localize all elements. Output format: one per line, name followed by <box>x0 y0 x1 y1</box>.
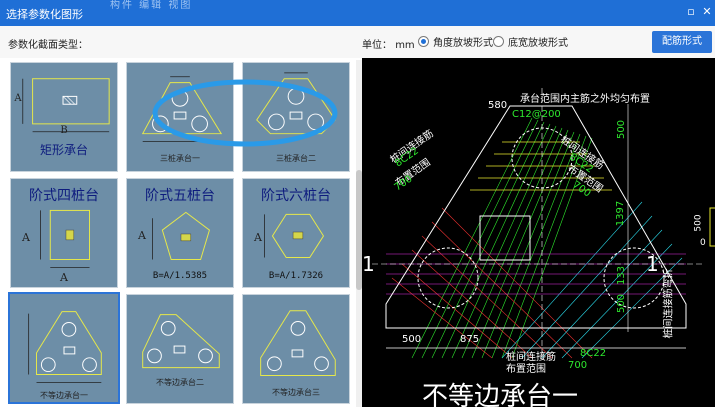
tile-rect-cap[interactable]: A B 矩形承台 <box>10 62 118 172</box>
radio-angle-slope[interactable]: 角度放坡形式 <box>418 34 493 49</box>
unit-value: mm <box>395 40 415 51</box>
unit-caption: 单位： <box>362 40 392 51</box>
title-bar: 构件 编辑 视图 选择参数化图形 ▫ ✕ <box>0 0 715 26</box>
side-b-label: A <box>60 271 68 284</box>
section-type-label: 参数化截面类型： <box>8 40 88 51</box>
dim-500-top: 500 <box>616 119 628 140</box>
tile-caption: 三桩承台一 <box>160 154 200 163</box>
tile-step-six-pile[interactable]: 阶式六桩台 A B=A/1.7326 <box>242 178 350 288</box>
dim-133: 133 <box>616 265 628 286</box>
side-dim-0: 0 <box>700 238 706 248</box>
window-title: 选择参数化图形 <box>6 8 83 21</box>
bottom-label-2: 布置范围 <box>506 364 546 375</box>
side-vertical-label: 桩间连接筋弯折 <box>663 268 675 339</box>
close-icon[interactable]: ✕ <box>700 4 714 20</box>
bottom-label-2-val: 700 <box>568 360 588 371</box>
section-mark-right: 1 <box>646 252 659 276</box>
tile-caption: 不等边承台一 <box>40 391 88 400</box>
tile-caption: 三桩承台二 <box>276 154 316 163</box>
tile-caption: 不等边承台三 <box>272 388 320 397</box>
rebar-top: C12@200 <box>512 109 561 120</box>
tile-caption: 矩形承台 <box>39 143 88 157</box>
side-a-label: A <box>138 229 146 242</box>
formula-label: B=A/1.5385 <box>152 271 208 281</box>
dim-500-left: 500 <box>402 334 422 345</box>
minimize-icon[interactable]: ▫ <box>684 4 698 20</box>
rebar-fan-cyan <box>501 201 683 359</box>
note-top: 承台范围内主筋之外均匀布置 <box>520 94 650 105</box>
shape-gallery: A B 矩形承台 三桩承台一 三桩承台二 阶式四桩台 A A 阶式五桩台 A B… <box>0 58 362 407</box>
radio-width-label: 底宽放坡形式 <box>508 38 568 49</box>
side-b-label: B <box>60 125 68 136</box>
bottom-label-1-val: 8C22 <box>580 348 607 359</box>
unit-label: 单位： mm <box>362 36 415 51</box>
dim-1397: 1397 <box>615 200 627 227</box>
tile-unequal-cap-1[interactable]: 不等边承台一 <box>8 292 120 404</box>
rebar-horizontal-magenta <box>386 253 686 295</box>
radio-width-slope[interactable]: 底宽放坡形式 <box>493 34 568 49</box>
dim-875: 875 <box>460 334 480 345</box>
background-menu-text: 构件 编辑 视图 <box>110 0 193 11</box>
toolbar: 参数化截面类型： 单位： mm 角度放坡形式 底宽放坡形式 <box>0 26 715 58</box>
rebar-fan-red <box>391 207 593 359</box>
highlight-ellipse <box>152 79 338 147</box>
dim-500-bot: 500 <box>616 293 628 314</box>
tile-unequal-cap-3[interactable]: 不等边承台三 <box>242 294 350 404</box>
side-a-label: A <box>22 231 30 244</box>
side-a-label: A <box>254 231 262 244</box>
preview-title: 不等边承台一 <box>422 382 579 407</box>
radio-dot-icon[interactable] <box>493 36 504 47</box>
side-section-box <box>709 207 715 247</box>
radio-dot-icon[interactable] <box>418 36 429 47</box>
unequal-cap-1-diagram <box>28 311 102 383</box>
tile-caption: 不等边承台二 <box>156 378 204 387</box>
rebar-form-button[interactable]: 配筋形式 <box>652 31 712 53</box>
side-a-label: A <box>14 93 22 104</box>
section-mark-left: 1 <box>362 252 375 276</box>
tile-unequal-cap-2[interactable]: 不等边承台二 <box>126 294 234 404</box>
cad-preview: 承台范围内主筋之外均匀布置 580 C12@200 桩间连接筋 8C22 布置范… <box>362 58 715 407</box>
side-dim-500: 500 <box>693 214 704 232</box>
radio-angle-label: 角度放坡形式 <box>433 38 493 49</box>
dim-top: 580 <box>488 100 508 111</box>
formula-label: B=A/1.7326 <box>268 271 324 281</box>
